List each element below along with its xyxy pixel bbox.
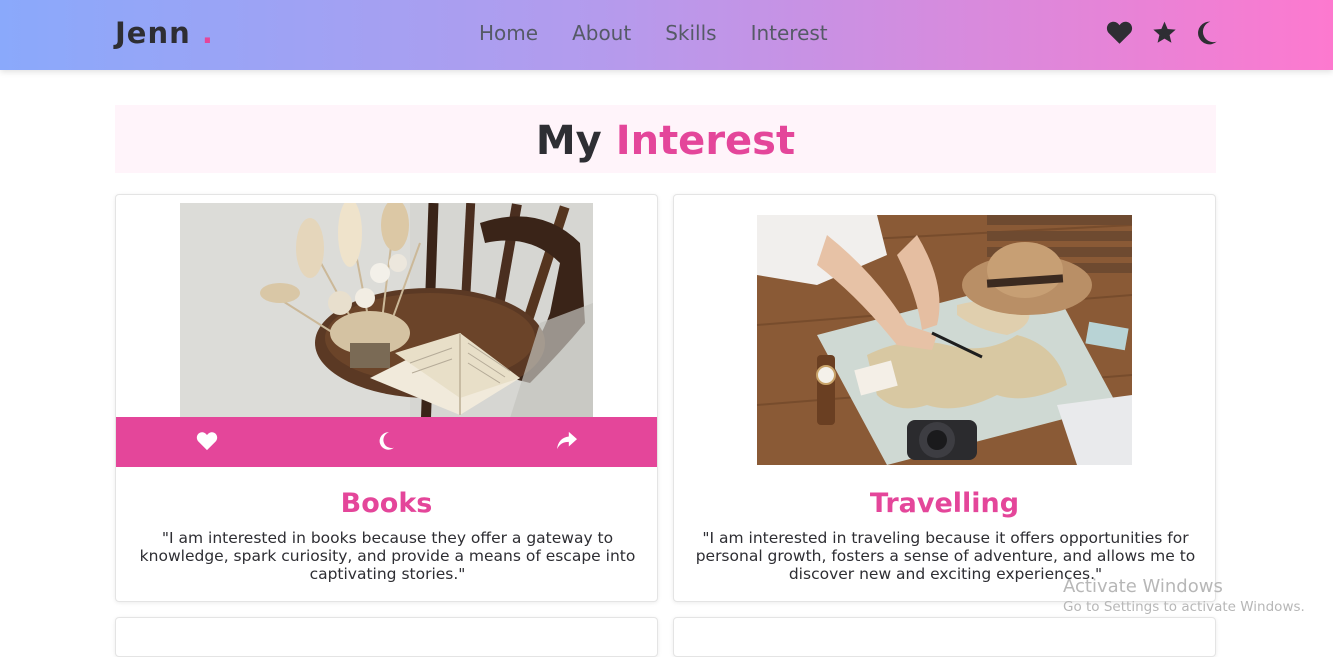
nav-home[interactable]: Home xyxy=(479,21,538,45)
card-title: Travelling xyxy=(869,488,1020,519)
nav-about[interactable]: About xyxy=(572,21,631,45)
heart-icon[interactable] xyxy=(196,431,218,455)
logo-dot: . xyxy=(201,16,214,50)
title-accent: Interest xyxy=(615,118,796,164)
share-icon[interactable] xyxy=(556,431,578,455)
section-heading: My Interest xyxy=(115,105,1216,173)
title-main: My xyxy=(535,118,602,164)
interest-card-travelling: Travelling "I am interested in traveling… xyxy=(673,194,1216,602)
site-logo[interactable]: Jenn . xyxy=(115,16,214,50)
activation-watermark: Activate Windows Go to Settings to activ… xyxy=(1063,576,1305,615)
main-nav: Home About Skills Interest xyxy=(479,21,862,45)
nav-interest[interactable]: Interest xyxy=(751,21,828,45)
star-icon[interactable] xyxy=(1151,20,1178,50)
moon-icon[interactable] xyxy=(1196,20,1218,50)
books-image xyxy=(180,203,593,418)
moon-icon[interactable] xyxy=(378,431,395,455)
card-description: "I am interested in traveling because it… xyxy=(695,529,1196,583)
interest-card-books: Books "I am interested in books because … xyxy=(115,194,658,602)
heart-icon[interactable] xyxy=(1106,20,1133,50)
top-navbar: Jenn . Home About Skills Interest xyxy=(0,0,1333,70)
travelling-image xyxy=(757,215,1132,465)
page-title: My Interest xyxy=(115,105,1216,177)
card-title: Books xyxy=(340,488,433,519)
card-action-bar xyxy=(116,417,657,467)
watermark-subtitle: Go to Settings to activate Windows. xyxy=(1063,599,1305,615)
header-icons xyxy=(1106,20,1236,50)
interest-card xyxy=(115,617,658,657)
interest-card xyxy=(673,617,1216,657)
logo-text: Jenn xyxy=(115,16,191,50)
card-description: "I am interested in books because they o… xyxy=(139,529,636,583)
watermark-title: Activate Windows xyxy=(1063,576,1223,597)
nav-skills[interactable]: Skills xyxy=(665,21,716,45)
